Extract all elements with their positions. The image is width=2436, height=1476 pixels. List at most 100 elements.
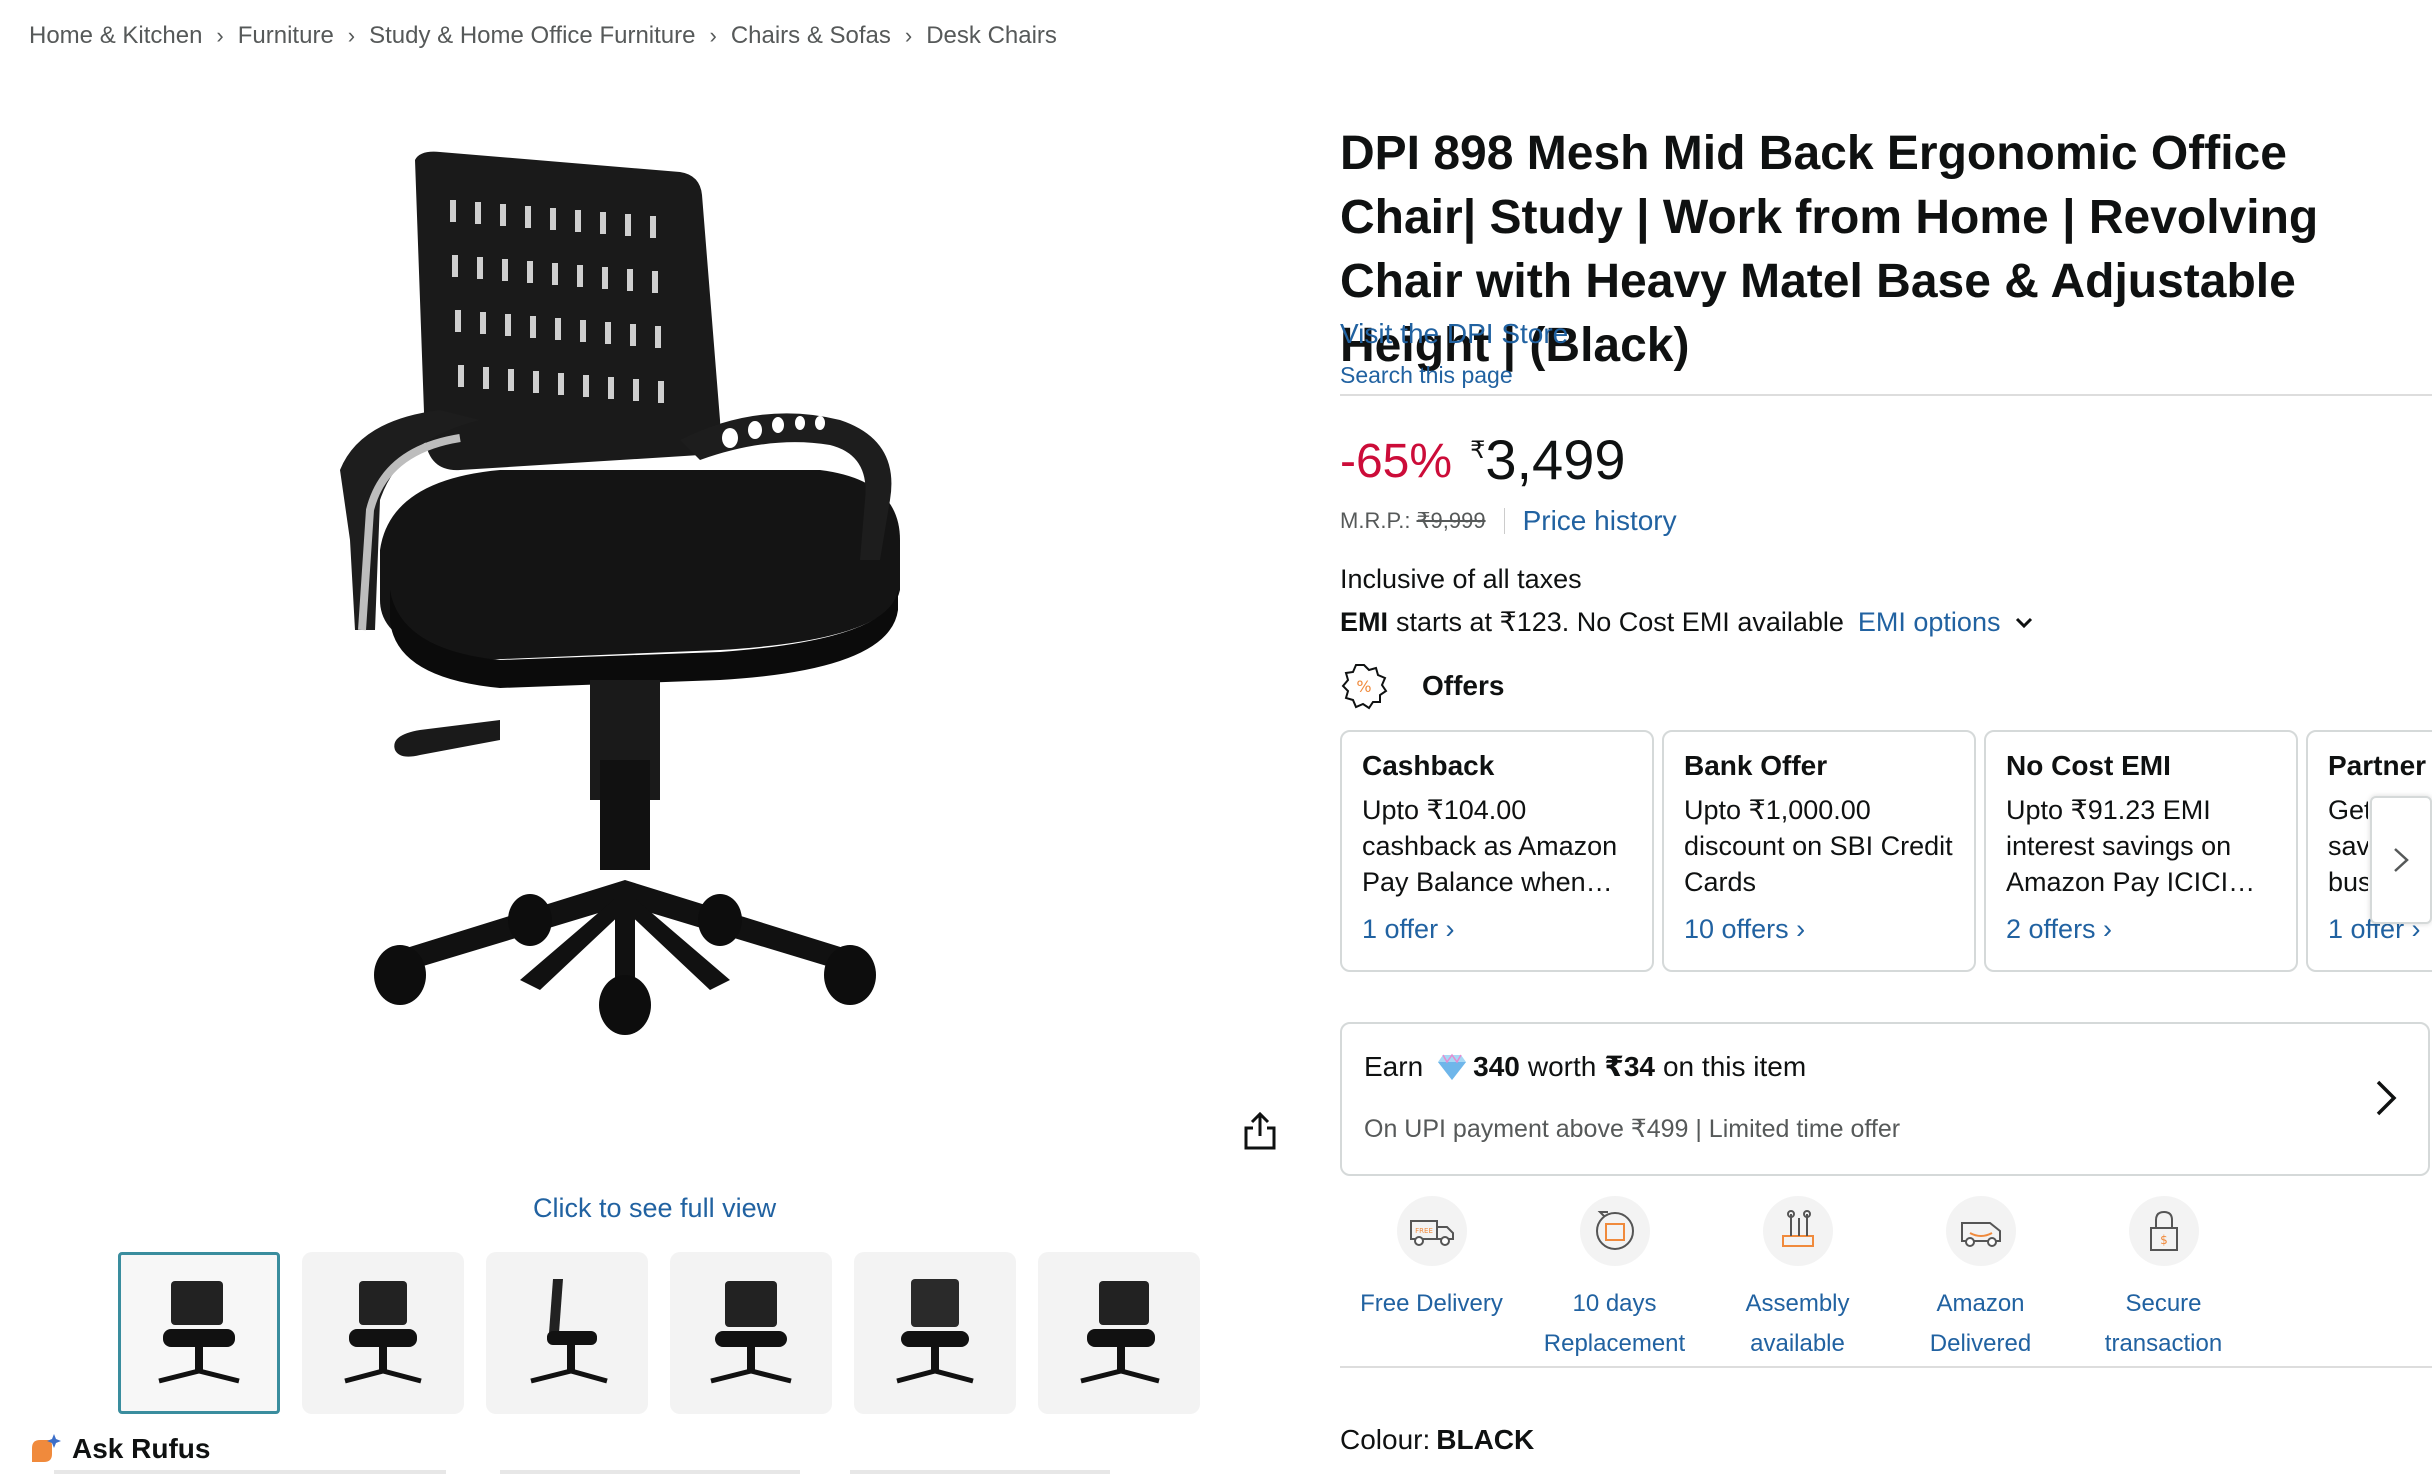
offer-title: Cashback bbox=[1362, 750, 1495, 781]
offer-body: Upto ₹104.00 cashback as Amazon Pay Bala… bbox=[1362, 795, 1618, 897]
offer-title: Bank Offer bbox=[1684, 750, 1828, 781]
feature-secure-transaction[interactable]: $ Secure transaction bbox=[2072, 1196, 2255, 1364]
chair-thumbnail-icon bbox=[1080, 1281, 1160, 1384]
earn-worth-text: worth bbox=[1527, 1050, 1597, 1082]
divider bbox=[850, 1470, 1110, 1474]
colour-value: BLACK bbox=[1436, 1424, 1535, 1455]
offer-body: Get sav bus bbox=[2328, 795, 2368, 897]
svg-text:$: $ bbox=[2160, 1233, 2168, 1247]
svg-text:%: % bbox=[1356, 677, 1371, 696]
emi-options-link[interactable]: EMI options bbox=[1858, 607, 2001, 638]
emi-text: starts at ₹123. No Cost EMI available bbox=[1396, 607, 1844, 637]
earn-line: Earn 340 worth ₹34 on this item bbox=[1364, 1050, 1806, 1083]
breadcrumb-home-kitchen[interactable]: Home & Kitchen bbox=[29, 22, 202, 50]
offers-label: Offers bbox=[1422, 670, 1505, 701]
breadcrumb-separator: › bbox=[216, 23, 224, 48]
breadcrumb-separator: › bbox=[904, 23, 913, 48]
earn-worth-value: ₹34 bbox=[1604, 1051, 1655, 1082]
price-row: -65% ₹ 3,499 bbox=[1340, 428, 1625, 492]
offer-carousel: Cashback Upto ₹104.00 cashback as Amazon… bbox=[1340, 730, 2432, 974]
offer-title: No Cost EMI bbox=[2006, 750, 2171, 781]
store-link[interactable]: Visit the DPI Store bbox=[1340, 318, 1568, 350]
price-value: 3,499 bbox=[1485, 428, 1626, 491]
feature-label: Secure transaction bbox=[2104, 1290, 2223, 1357]
breadcrumb-separator: › bbox=[347, 23, 356, 48]
thumbnail-1[interactable] bbox=[118, 1252, 280, 1414]
chair-thumbnail-icon bbox=[710, 1281, 792, 1384]
share-button[interactable] bbox=[1240, 1110, 1280, 1152]
amazon-delivered-icon bbox=[1945, 1196, 2016, 1266]
thumbnail-6[interactable] bbox=[1038, 1252, 1200, 1414]
feature-amazon-delivered[interactable]: Amazon Delivered bbox=[1889, 1196, 2072, 1364]
thumbnail-5[interactable] bbox=[854, 1252, 1016, 1414]
currency-symbol: ₹ bbox=[1470, 437, 1486, 464]
search-page-link[interactable]: Search this page bbox=[1340, 362, 1513, 389]
earn-rewards-box[interactable]: Earn 340 worth ₹34 on this item On UPI p… bbox=[1340, 1022, 2430, 1176]
divider bbox=[1340, 394, 2432, 396]
taxes-note: Inclusive of all taxes bbox=[1340, 564, 1582, 594]
offer-link[interactable]: 2 offers › bbox=[2006, 914, 2276, 945]
chair-thumbnail-icon bbox=[158, 1281, 240, 1384]
breadcrumb-furniture[interactable]: Furniture bbox=[238, 22, 334, 50]
rufus-icon bbox=[28, 1432, 62, 1466]
mrp-row: M.R.P.: ₹9,999 Price history bbox=[1340, 505, 1677, 537]
share-icon bbox=[1244, 1111, 1276, 1150]
thumbnail-strip bbox=[118, 1252, 1200, 1414]
breadcrumb-study-home-office[interactable]: Study & Home Office Furniture bbox=[369, 22, 695, 50]
breadcrumb: Home & Kitchen › Furniture › Study & Hom… bbox=[29, 22, 1057, 50]
chevron-down-icon[interactable] bbox=[2014, 613, 2034, 633]
thumbnail-2[interactable] bbox=[302, 1252, 464, 1414]
discount-percent: -65% bbox=[1340, 435, 1453, 488]
main-product-image[interactable] bbox=[300, 120, 1040, 1050]
offer-card-no-cost-emi[interactable]: No Cost EMI Upto ₹91.23 EMI interest sav… bbox=[1984, 730, 2298, 972]
offer-card-bank[interactable]: Bank Offer Upto ₹1,000.00 discount on SB… bbox=[1662, 730, 1976, 972]
mrp-label: M.R.P.: bbox=[1340, 508, 1411, 533]
offers-heading: % Offers bbox=[1340, 662, 1504, 710]
price-history-link[interactable]: Price history bbox=[1523, 505, 1677, 537]
ask-rufus-label: Ask Rufus bbox=[72, 1433, 211, 1464]
feature-assembly[interactable]: Assembly available bbox=[1706, 1196, 1889, 1364]
thumbnail-4[interactable] bbox=[670, 1252, 832, 1414]
divider bbox=[500, 1470, 800, 1474]
breadcrumb-chairs-sofas[interactable]: Chairs & Sofas bbox=[731, 22, 891, 50]
thumbnail-3[interactable] bbox=[486, 1252, 648, 1414]
chair-thumbnail-icon bbox=[896, 1279, 974, 1384]
emi-row: EMI starts at ₹123. No Cost EMI availabl… bbox=[1340, 607, 2034, 638]
offer-link[interactable]: 10 offers › bbox=[1684, 914, 1954, 945]
mrp-value: ₹9,999 bbox=[1416, 508, 1486, 533]
office-chair-illustration bbox=[340, 151, 900, 1035]
feature-label: Free Delivery bbox=[1360, 1290, 1503, 1317]
earn-suffix: on this item bbox=[1662, 1050, 1807, 1082]
colour-selector: Colour: BLACK bbox=[1340, 1424, 1534, 1456]
carousel-next-button[interactable] bbox=[2370, 796, 2432, 924]
assembly-icon bbox=[1762, 1196, 1833, 1266]
separator bbox=[1503, 508, 1505, 534]
feature-label: Amazon Delivered bbox=[1929, 1290, 2032, 1357]
full-view-link[interactable]: Click to see full view bbox=[533, 1193, 776, 1224]
offer-body: Upto ₹1,000.00 discount on SBI Credit Ca… bbox=[1684, 795, 1953, 897]
ask-rufus-button[interactable]: Ask Rufus bbox=[28, 1432, 210, 1466]
offer-title: Partner bbox=[2328, 750, 2427, 781]
breadcrumb-desk-chairs[interactable]: Desk Chairs bbox=[926, 22, 1057, 50]
offer-body: Upto ₹91.23 EMI interest savings on Amaz… bbox=[2006, 795, 2256, 897]
feature-icons-row: FREE Free Delivery 10 days Replacement A… bbox=[1340, 1196, 2432, 1364]
colour-label: Colour: bbox=[1340, 1424, 1431, 1455]
divider bbox=[54, 1470, 446, 1474]
feature-label: 10 days Replacement bbox=[1543, 1290, 1686, 1357]
earn-points: 340 bbox=[1473, 1050, 1520, 1082]
feature-replacement[interactable]: 10 days Replacement bbox=[1523, 1196, 1706, 1364]
breadcrumb-separator: › bbox=[709, 23, 717, 48]
diamond-icon bbox=[1438, 1053, 1467, 1080]
chair-thumbnail-icon bbox=[530, 1279, 608, 1384]
chevron-right-icon[interactable] bbox=[2370, 1076, 2402, 1120]
feature-free-delivery[interactable]: FREE Free Delivery bbox=[1340, 1196, 1523, 1364]
earn-subtext: On UPI payment above ₹499 | Limited time… bbox=[1364, 1115, 1901, 1143]
replacement-icon bbox=[1579, 1196, 1650, 1266]
svg-text:FREE: FREE bbox=[1415, 1227, 1433, 1235]
chair-thumbnail-icon bbox=[344, 1281, 422, 1384]
secure-transaction-icon: $ bbox=[2128, 1196, 2199, 1266]
offer-link[interactable]: 1 offer › bbox=[1362, 914, 1632, 945]
free-delivery-icon: FREE bbox=[1396, 1196, 1467, 1266]
offer-card-cashback[interactable]: Cashback Upto ₹104.00 cashback as Amazon… bbox=[1340, 730, 1654, 972]
earn-prefix: Earn bbox=[1364, 1050, 1424, 1082]
